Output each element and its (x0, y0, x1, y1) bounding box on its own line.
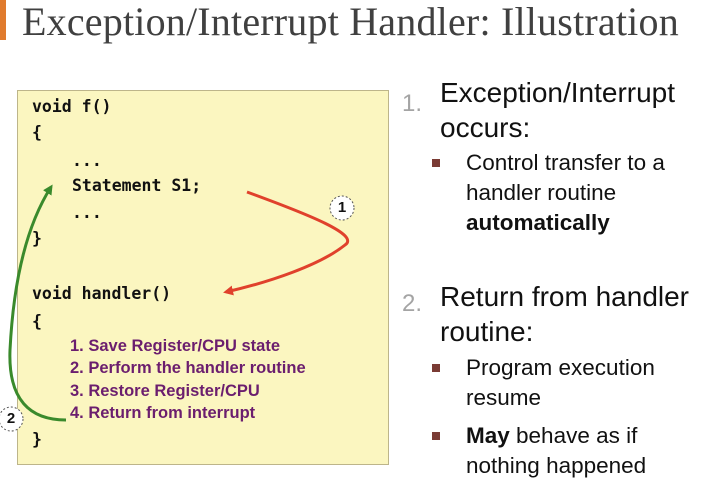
arrow-return-to-caller (8, 184, 67, 422)
arrow-transfer-to-handler (223, 190, 349, 296)
point-1-sub-line1: Control transfer to a (466, 150, 665, 175)
point-2-sub2-bold: May (466, 423, 510, 448)
point-1-sub-line3: automatically (466, 210, 610, 235)
point-2-number: 2. (402, 290, 423, 317)
bullet-square-icon (432, 364, 440, 372)
point-2-sub2-line1: May behave as if (466, 421, 637, 451)
bullet-square-icon (432, 159, 440, 167)
point-2-heading-line2: routine: (440, 316, 534, 347)
point-1-heading-line1: Exception/Interrupt (440, 77, 676, 108)
bullet-square-icon (432, 432, 440, 440)
flow-arrows (0, 184, 355, 432)
point-2-heading-line1: Return from handler (440, 281, 690, 312)
point-1-number: 1. (402, 90, 423, 117)
marker-1-label: 1 (337, 199, 347, 216)
point-2-sub2-rest: behave as if (509, 423, 638, 448)
point-2-sub1-line1: Program execution (466, 355, 655, 380)
point-1-heading-line2: occurs: (440, 112, 531, 143)
point-2-sub1-line2: resume (466, 385, 542, 410)
point-1-sub-line2: handler routine (466, 180, 617, 205)
marker-2-label: 2 (6, 410, 16, 427)
point-2-sub2-line2: nothing happened (466, 453, 647, 478)
